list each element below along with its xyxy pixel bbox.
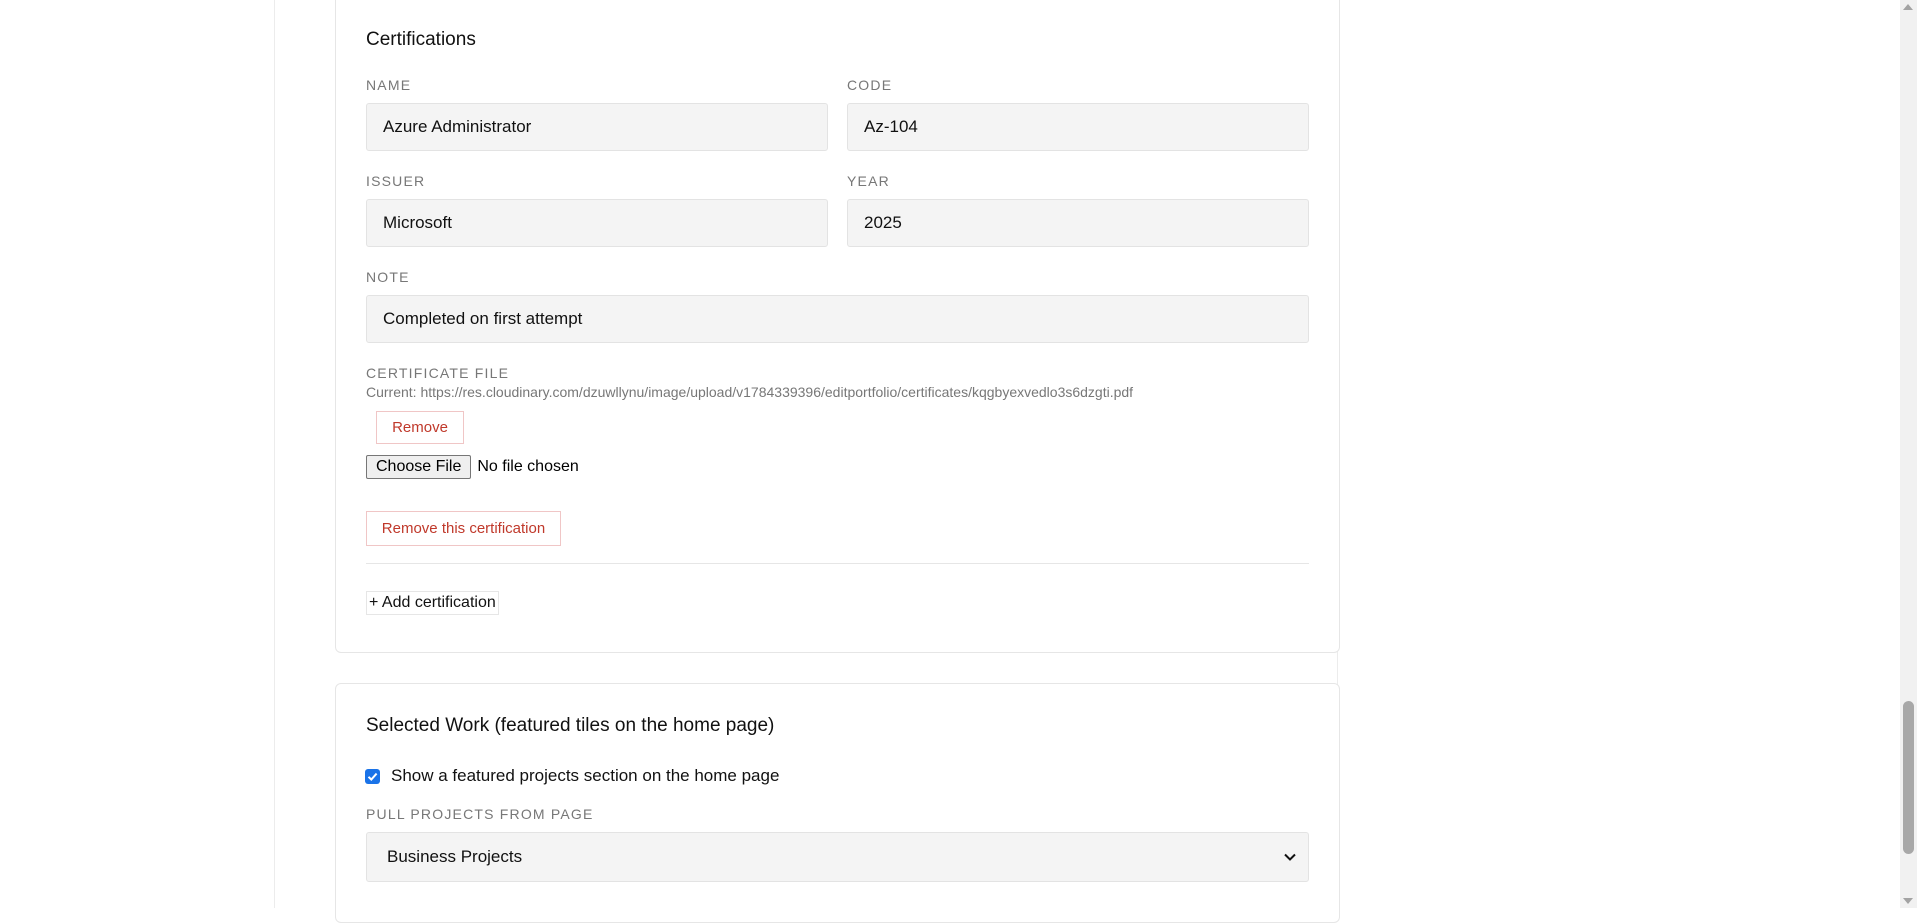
- page-scrollbar[interactable]: [1900, 0, 1917, 908]
- checkmark-icon: [367, 772, 378, 781]
- remove-file-button[interactable]: Remove: [376, 411, 464, 444]
- show-featured-checkbox[interactable]: [365, 768, 380, 784]
- pull-projects-selected: Business Projects: [387, 847, 523, 866]
- scrollbar-thumb[interactable]: [1903, 701, 1914, 854]
- divider: [366, 563, 1309, 564]
- name-label: NAME: [366, 77, 412, 93]
- file-input: Choose File No file chosen: [366, 455, 579, 479]
- selected-work-card: Selected Work (featured tiles on the hom…: [335, 683, 1340, 923]
- no-file-text: No file chosen: [477, 458, 579, 475]
- show-featured-label: Show a featured projects section on the …: [391, 766, 780, 785]
- scroll-down-icon[interactable]: [1903, 898, 1913, 904]
- year-label: YEAR: [847, 173, 890, 189]
- pull-projects-label: PULL PROJECTS FROM PAGE: [366, 806, 594, 822]
- code-label: CODE: [847, 77, 893, 93]
- selected-work-title: Selected Work (featured tiles on the hom…: [366, 715, 775, 736]
- scroll-up-icon[interactable]: [1903, 4, 1913, 10]
- pull-projects-select[interactable]: Business Projects: [366, 832, 1309, 882]
- current-file-text: Current: https://res.cloudinary.com/dzuw…: [366, 384, 1134, 400]
- code-field[interactable]: Az-104: [847, 103, 1309, 151]
- add-certification-button[interactable]: + Add certification: [366, 591, 499, 615]
- year-field[interactable]: 2025: [847, 199, 1309, 247]
- issuer-field[interactable]: Microsoft: [366, 199, 828, 247]
- certifications-title: Certifications: [366, 29, 476, 50]
- show-featured-row: Show a featured projects section on the …: [365, 766, 779, 786]
- choose-file-button[interactable]: Choose File: [366, 455, 472, 479]
- certifications-card: Certifications NAME Azure Administrator …: [335, 0, 1340, 653]
- note-label: NOTE: [366, 269, 410, 285]
- chevron-down-icon: [1284, 853, 1296, 861]
- certificate-file-label: CERTIFICATE FILE: [366, 365, 510, 381]
- issuer-label: ISSUER: [366, 173, 426, 189]
- note-field[interactable]: Completed on first attempt: [366, 295, 1309, 343]
- remove-certification-button[interactable]: Remove this certification: [366, 511, 561, 546]
- name-field[interactable]: Azure Administrator: [366, 103, 828, 151]
